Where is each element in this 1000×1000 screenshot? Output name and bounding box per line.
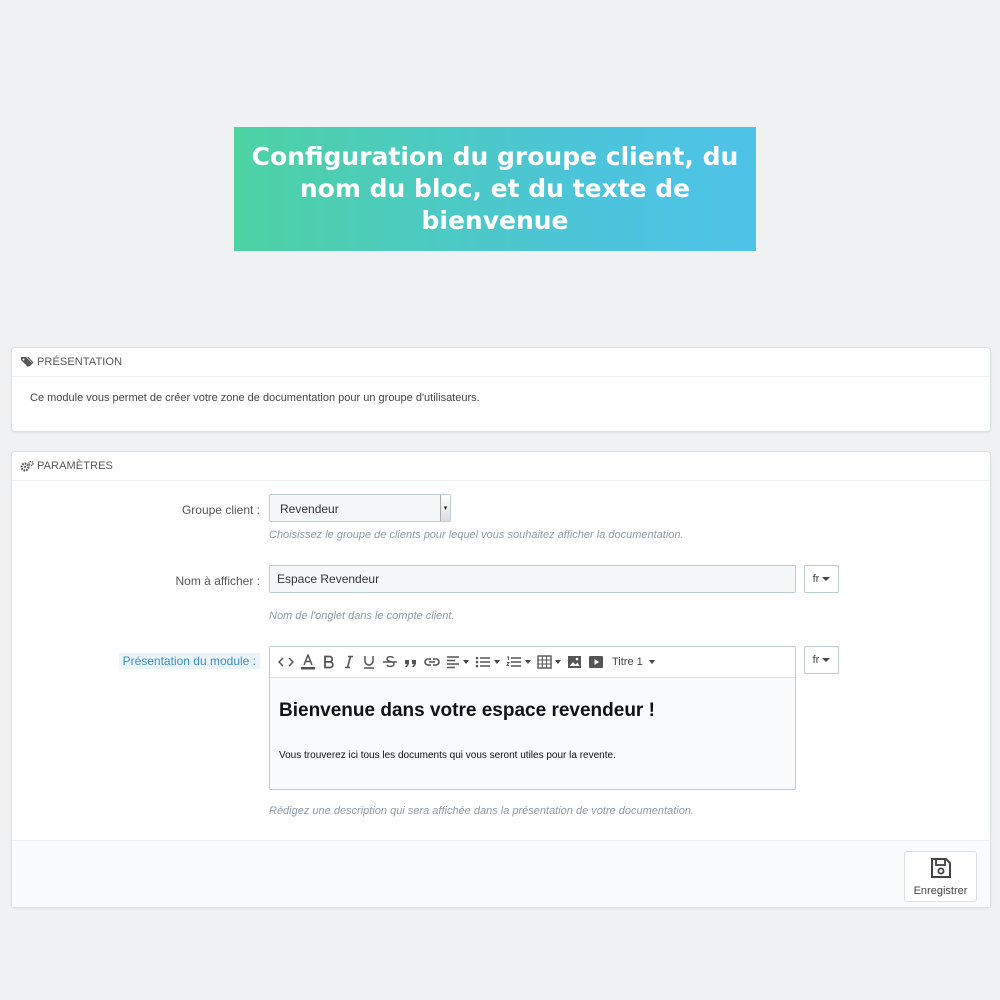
tags-icon: [20, 356, 34, 368]
editor-content[interactable]: Bienvenue dans votre espace revendeur ! …: [270, 678, 795, 761]
bullet-list-icon[interactable]: [475, 652, 500, 672]
title-banner: Configuration du groupe client, du nom d…: [234, 127, 756, 251]
module-presentation-lang-button[interactable]: fr: [804, 646, 839, 674]
bold-icon[interactable]: [322, 652, 336, 672]
caret-down-icon: [525, 660, 531, 664]
display-name-input[interactable]: Espace Revendeur: [269, 565, 796, 593]
presentation-heading-label: PRÉSENTATION: [37, 356, 123, 368]
save-icon: [930, 857, 952, 883]
caret-down-icon: [822, 577, 831, 581]
group-label: Groupe client :: [181, 503, 260, 517]
font-color-icon[interactable]: [300, 652, 316, 672]
presentation-panel: PRÉSENTATION Ce module vous permet de cr…: [11, 347, 991, 432]
cogs-icon: [20, 460, 34, 472]
group-help: Choisissez le groupe de clients pour leq…: [269, 529, 684, 541]
display-name-label: Nom à afficher :: [175, 574, 260, 588]
editor-paragraph: Vous trouverez ici tous les documents qu…: [279, 750, 616, 761]
lang-label: fr: [812, 573, 820, 585]
module-presentation-label: Présentation du module :: [118, 653, 260, 669]
parameters-panel-heading: PARAMÈTRES: [12, 452, 990, 481]
editor-heading: Bienvenue dans votre espace revendeur !: [279, 700, 655, 721]
display-name-lang-button[interactable]: fr: [804, 565, 839, 593]
heading-select[interactable]: Titre 1: [612, 656, 655, 668]
select-arrow-icon: ▾: [440, 495, 450, 521]
editor-toolbar: Titre 1: [270, 647, 795, 678]
image-icon[interactable]: [567, 652, 582, 672]
quote-icon[interactable]: [404, 652, 418, 672]
parameters-panel: PARAMÈTRES Groupe client : Revendeur ▾ C…: [11, 451, 991, 908]
heading-select-label: Titre 1: [612, 656, 643, 668]
save-button[interactable]: Enregistrer: [904, 851, 977, 902]
caret-down-icon: [494, 660, 500, 664]
presentation-text: Ce module vous permet de créer votre zon…: [30, 392, 480, 404]
italic-icon[interactable]: [342, 652, 356, 672]
parameters-heading-label: PARAMÈTRES: [37, 460, 113, 472]
align-left-icon[interactable]: [446, 652, 469, 672]
banner-title: Configuration du groupe client, du nom d…: [251, 142, 739, 235]
strikethrough-icon[interactable]: [382, 652, 398, 672]
caret-down-icon: [648, 660, 655, 664]
panel-footer: Enregistrer: [12, 840, 990, 907]
group-select[interactable]: Revendeur ▾: [269, 494, 451, 522]
numbered-list-icon[interactable]: [506, 652, 531, 672]
display-name-help: Nom de l'onglet dans le compte client.: [269, 610, 455, 622]
caret-down-icon: [463, 660, 469, 664]
save-button-label: Enregistrer: [913, 884, 968, 897]
underline-icon[interactable]: [362, 652, 376, 672]
video-icon[interactable]: [588, 652, 604, 672]
rich-text-editor[interactable]: Titre 1 Bienvenue dans votre espace reve…: [269, 646, 796, 790]
group-select-value: Revendeur: [280, 502, 339, 516]
code-icon[interactable]: [278, 652, 294, 672]
link-icon[interactable]: [424, 652, 440, 672]
lang-label: fr: [812, 654, 820, 666]
module-presentation-help: Rédigez une description qui sera affiché…: [269, 805, 694, 817]
caret-down-icon: [555, 660, 561, 664]
table-icon[interactable]: [537, 652, 561, 672]
caret-down-icon: [822, 658, 831, 662]
presentation-panel-heading: PRÉSENTATION: [12, 348, 990, 377]
